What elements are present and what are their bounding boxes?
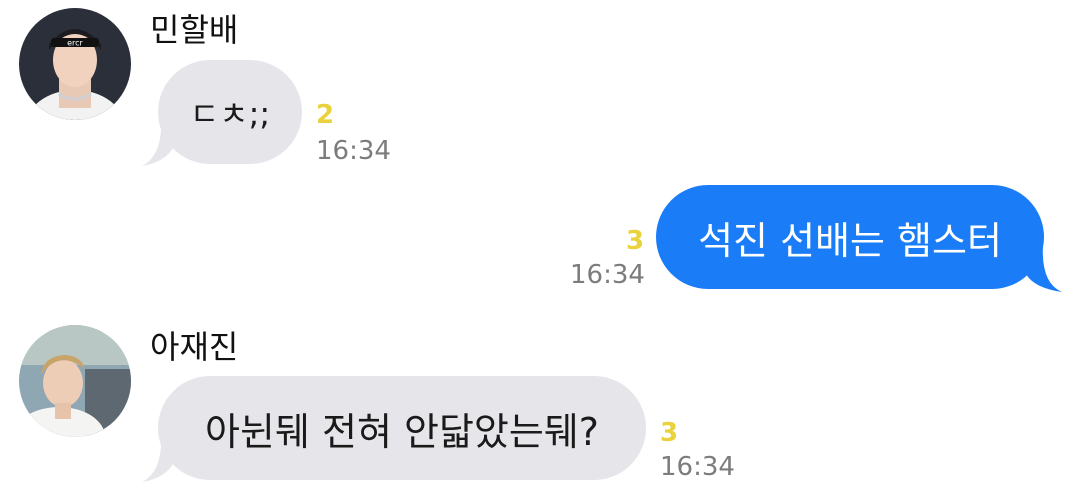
- avatar[interactable]: ercr: [19, 8, 131, 120]
- message-bubble[interactable]: 석진 선배는 햄스터: [656, 185, 1044, 289]
- message-timestamp: 16:34: [316, 136, 391, 166]
- unread-count: 3: [626, 226, 645, 256]
- avatar[interactable]: [19, 325, 131, 437]
- message-text: 석진 선배는 햄스터: [698, 218, 1002, 263]
- message-text: 아뉜뒈 전혀 안닯았는뒈?: [205, 409, 599, 454]
- profile-photo-icon: [19, 325, 131, 437]
- message-bubble[interactable]: 아뉜뒈 전혀 안닯았는뒈?: [158, 376, 646, 480]
- message-timestamp: 16:34: [660, 452, 735, 482]
- message-bubble[interactable]: ㄷㅊ;;: [158, 60, 302, 164]
- unread-count: 3: [660, 418, 679, 448]
- message-timestamp: 16:34: [570, 260, 645, 290]
- sender-name: 민할배: [150, 11, 239, 49]
- message-text: ㄷㅊ;;: [189, 95, 271, 133]
- profile-photo-icon: ercr: [19, 8, 131, 120]
- unread-count: 2: [316, 100, 335, 130]
- svg-text:ercr: ercr: [67, 39, 83, 48]
- sender-name: 아재진: [150, 328, 239, 366]
